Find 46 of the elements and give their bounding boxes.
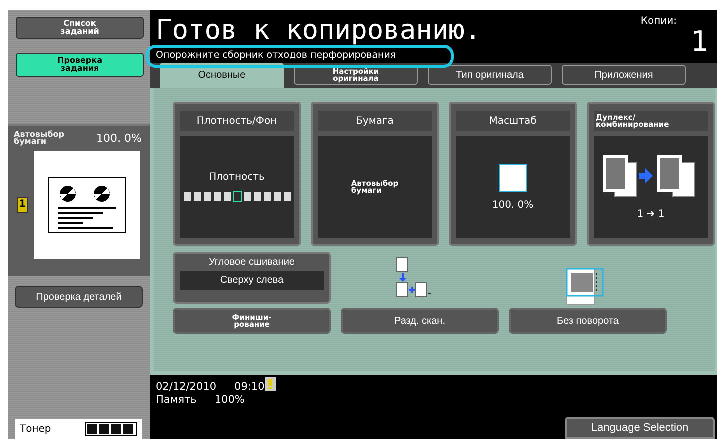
function-button[interactable]: Без поворота: [509, 308, 667, 334]
page-icon: [499, 164, 527, 192]
setting-card[interactable]: Масштаб 100. 0%: [449, 102, 577, 246]
card-title: Плотность/Фон: [180, 111, 294, 131]
density-step[interactable]: [202, 191, 212, 202]
sidebar-button[interactable]: Список заданий: [16, 17, 144, 39]
memory-value: 100%: [214, 394, 245, 406]
function-button[interactable]: Разд. скан.: [341, 308, 499, 334]
time: 09:10: [234, 381, 265, 393]
language-button[interactable]: Language Selection: [565, 417, 715, 439]
density-step[interactable]: [242, 191, 252, 202]
copies-icon: 1: [17, 197, 28, 213]
copies-label: Копии:: [640, 16, 677, 27]
density-step[interactable]: [272, 191, 282, 202]
zoom-value: 100. 0%: [492, 200, 534, 210]
tab[interactable]: Приложения: [562, 65, 686, 85]
date: 02/12/2010: [156, 381, 217, 393]
duplex-value: 1 ➜ 1: [637, 208, 665, 220]
card-title: Масштаб: [456, 111, 570, 131]
density-step[interactable]: [262, 191, 272, 202]
density-step[interactable]: [192, 191, 202, 202]
copies-count: 1: [691, 27, 709, 57]
tab[interactable]: Тип оригинала: [428, 65, 552, 85]
density-step[interactable]: [222, 191, 232, 202]
warning-icon: [264, 377, 276, 391]
staple-value: Сверху слева: [180, 271, 324, 290]
zoom-value: 100. 0%: [96, 132, 142, 144]
density-step[interactable]: [282, 191, 292, 202]
density-label: Плотность: [209, 172, 265, 183]
page-rotation-icon: [566, 268, 604, 306]
memory-label: Память: [156, 394, 197, 406]
density-step[interactable]: [182, 191, 192, 202]
toner-gauge: [85, 422, 137, 436]
staple-title: Угловое сшивание: [208, 257, 296, 268]
separate-scan-icon: [395, 257, 431, 299]
status-message: Опорожните сборник отходов перфорирования: [156, 50, 398, 61]
staple-button[interactable]: Угловое сшивание Сверху слева: [173, 252, 331, 304]
setting-card[interactable]: Плотность/Фон Плотность: [173, 102, 301, 246]
card-title: Бумага: [318, 111, 432, 131]
density-step[interactable]: [212, 191, 222, 202]
sidebar-button[interactable]: Проверка задания: [16, 53, 144, 77]
status-title: Готов к копированию.: [156, 16, 482, 46]
paper-label: Автовыбор бумаги: [14, 131, 64, 145]
density-step[interactable]: [252, 191, 262, 202]
toner-label: Тонер: [20, 424, 52, 434]
details-button[interactable]: Проверка деталей: [15, 286, 143, 308]
